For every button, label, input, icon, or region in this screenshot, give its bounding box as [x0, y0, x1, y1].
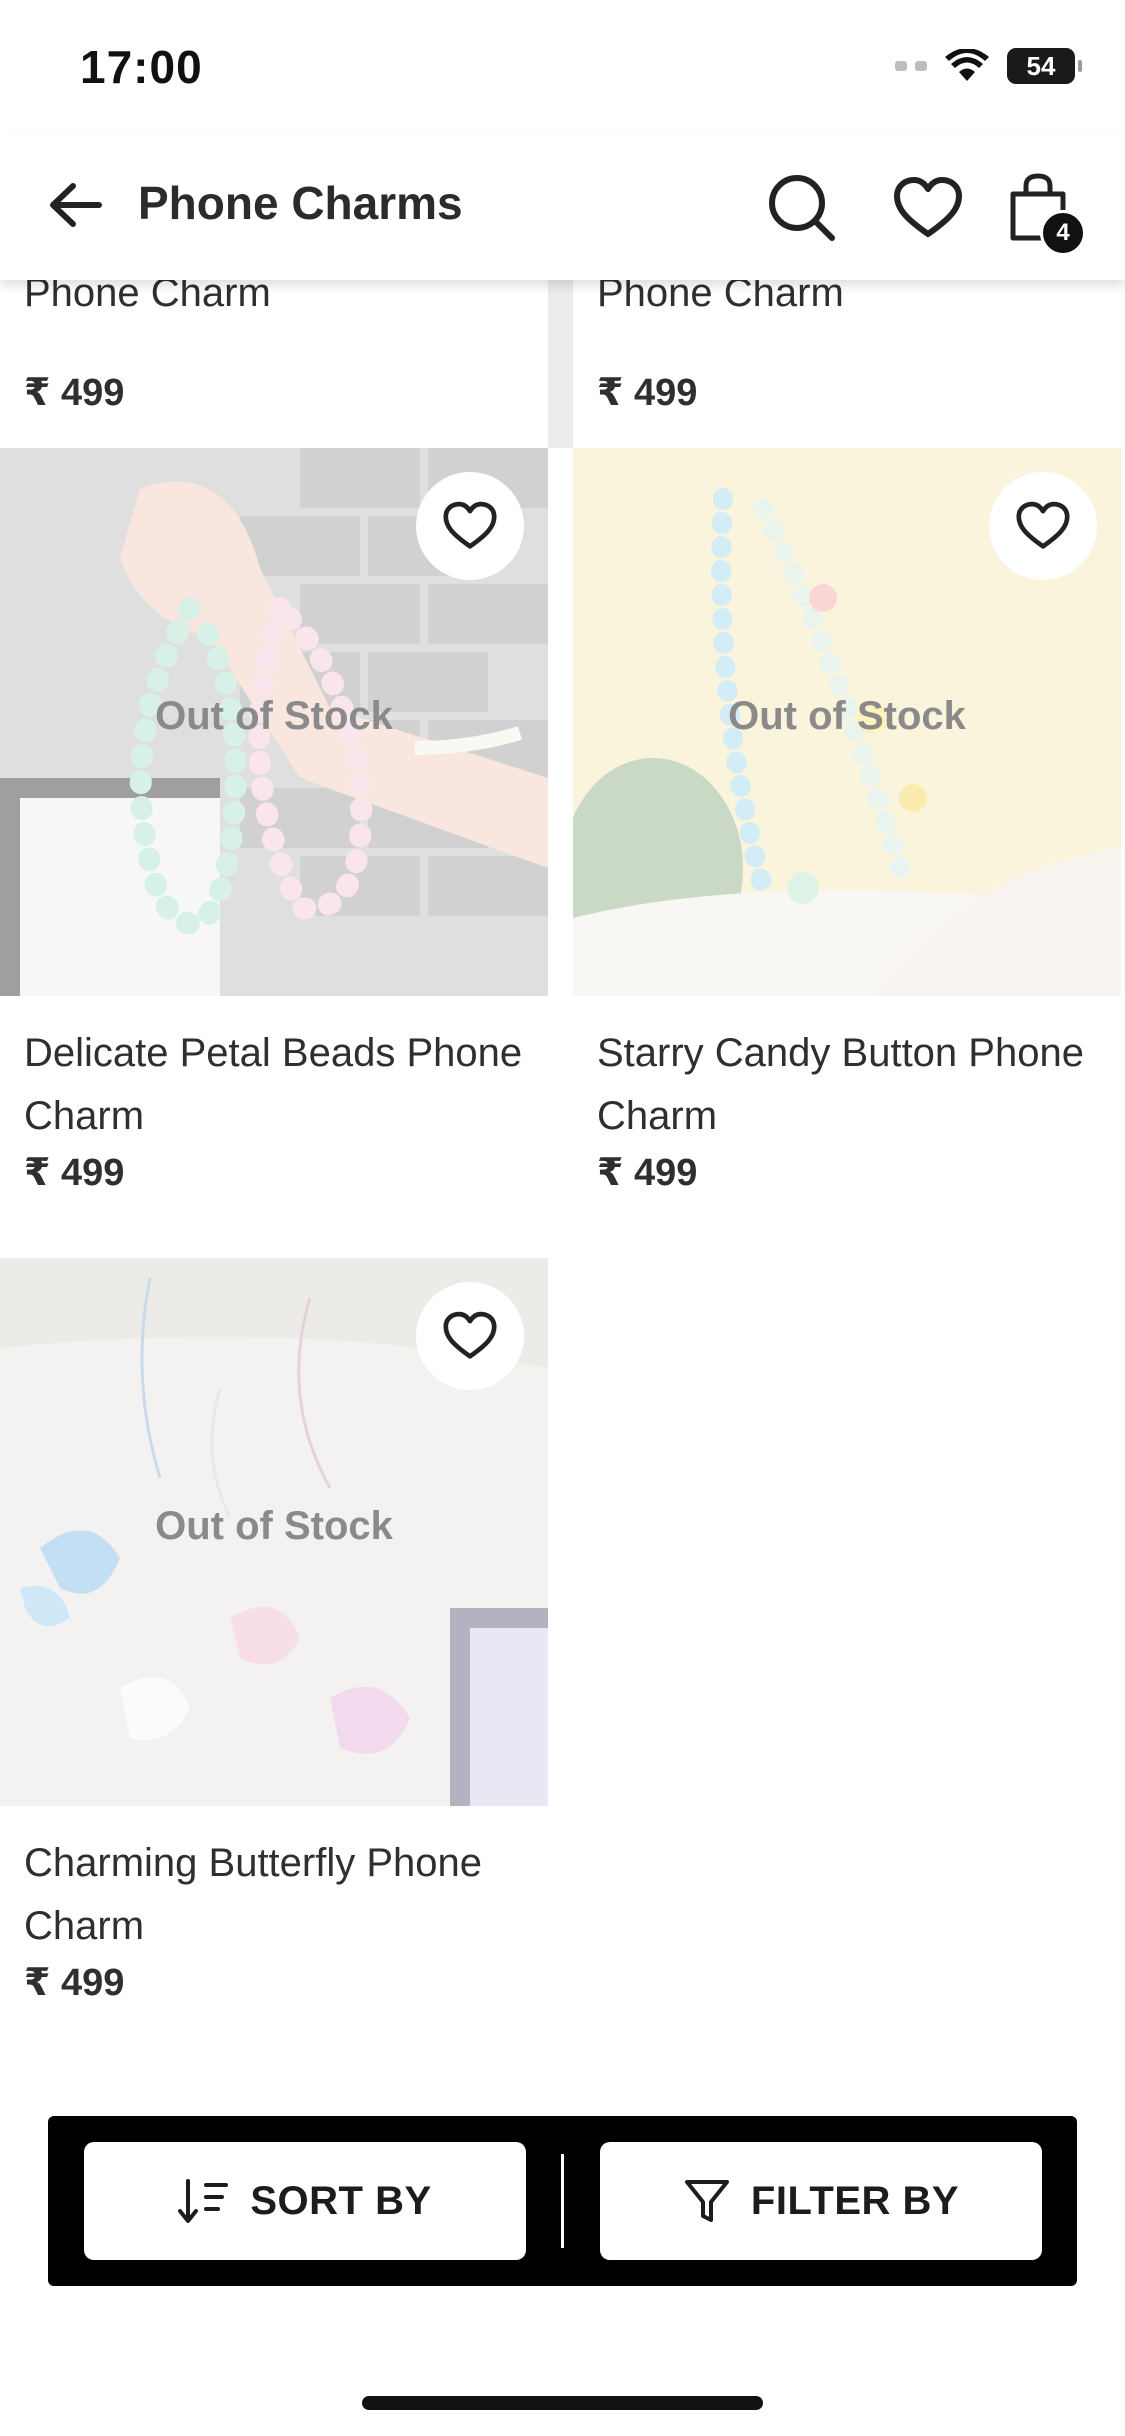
filter-button-label: FILTER BY [750, 2178, 960, 2223]
product-price: ₹ 499 [597, 372, 698, 414]
search-button[interactable] [762, 168, 842, 248]
search-icon [769, 175, 835, 241]
heart-icon [894, 177, 962, 237]
wishlist-toggle[interactable] [416, 1282, 524, 1390]
product-image[interactable]: Out of Stock [0, 448, 548, 996]
product-price: ₹ 499 [24, 372, 125, 414]
status-indicators: 54 [895, 48, 1082, 84]
product-image[interactable]: Out of Stock [0, 1258, 548, 1806]
sort-icon [178, 2179, 229, 2223]
product-name: Phone Charm [597, 280, 844, 315]
heart-icon [1016, 501, 1070, 549]
battery-level: 54 [1026, 50, 1056, 81]
product-name: Delicate Petal Beads Phone Charm [24, 1031, 523, 1138]
product-card[interactable]: Phone Charm ₹ 499 [573, 280, 1121, 448]
wishlist-toggle[interactable] [989, 472, 1097, 580]
product-image[interactable]: Out of Stock [573, 448, 1121, 996]
page-title: Phone Charms [138, 177, 463, 229]
sort-button-label: SORT BY [250, 2178, 432, 2223]
arrow-left-icon [50, 183, 102, 227]
bar-divider [561, 2154, 564, 2248]
heart-icon [443, 501, 497, 549]
battery-icon: 54 [1007, 48, 1082, 84]
grid-divider [548, 280, 573, 448]
wishlist-toggle[interactable] [416, 472, 524, 580]
heart-icon [443, 1311, 497, 1359]
product-name: Starry Candy Button Phone Charm [597, 1031, 1084, 1138]
home-indicator[interactable] [362, 2396, 763, 2410]
cart-count-badge: 4 [1040, 210, 1086, 256]
wifi-icon [945, 49, 989, 81]
filter-icon [684, 2180, 729, 2222]
back-button[interactable] [40, 170, 110, 240]
product-price: ₹ 499 [24, 1152, 125, 1194]
stock-status: Out of Stock [155, 1504, 393, 1548]
sort-button[interactable]: SORT BY [84, 2142, 526, 2260]
status-bar: 17:00 54 [0, 0, 1125, 130]
wishlist-button[interactable] [888, 168, 968, 248]
app-header: Phone Charms 4 [0, 130, 1125, 280]
cellular-signal-icon [895, 61, 927, 71]
stock-status: Out of Stock [728, 694, 966, 738]
product-name: Charming Butterfly Phone Charm [24, 1841, 483, 1948]
filter-button[interactable]: FILTER BY [600, 2142, 1042, 2260]
cart-button[interactable]: 4 [998, 168, 1086, 256]
product-price: ₹ 499 [597, 1152, 698, 1194]
status-time: 17:00 [80, 41, 203, 93]
sort-filter-bar: SORT BY FILTER BY [48, 2116, 1077, 2286]
product-price: ₹ 499 [24, 1962, 125, 2004]
product-name: Phone Charm [24, 280, 271, 315]
product-card[interactable]: Phone Charm ₹ 499 [0, 280, 548, 448]
stock-status: Out of Stock [155, 694, 393, 738]
partial-product-row: Phone Charm ₹ 499 Phone Charm ₹ 499 [0, 280, 1125, 448]
